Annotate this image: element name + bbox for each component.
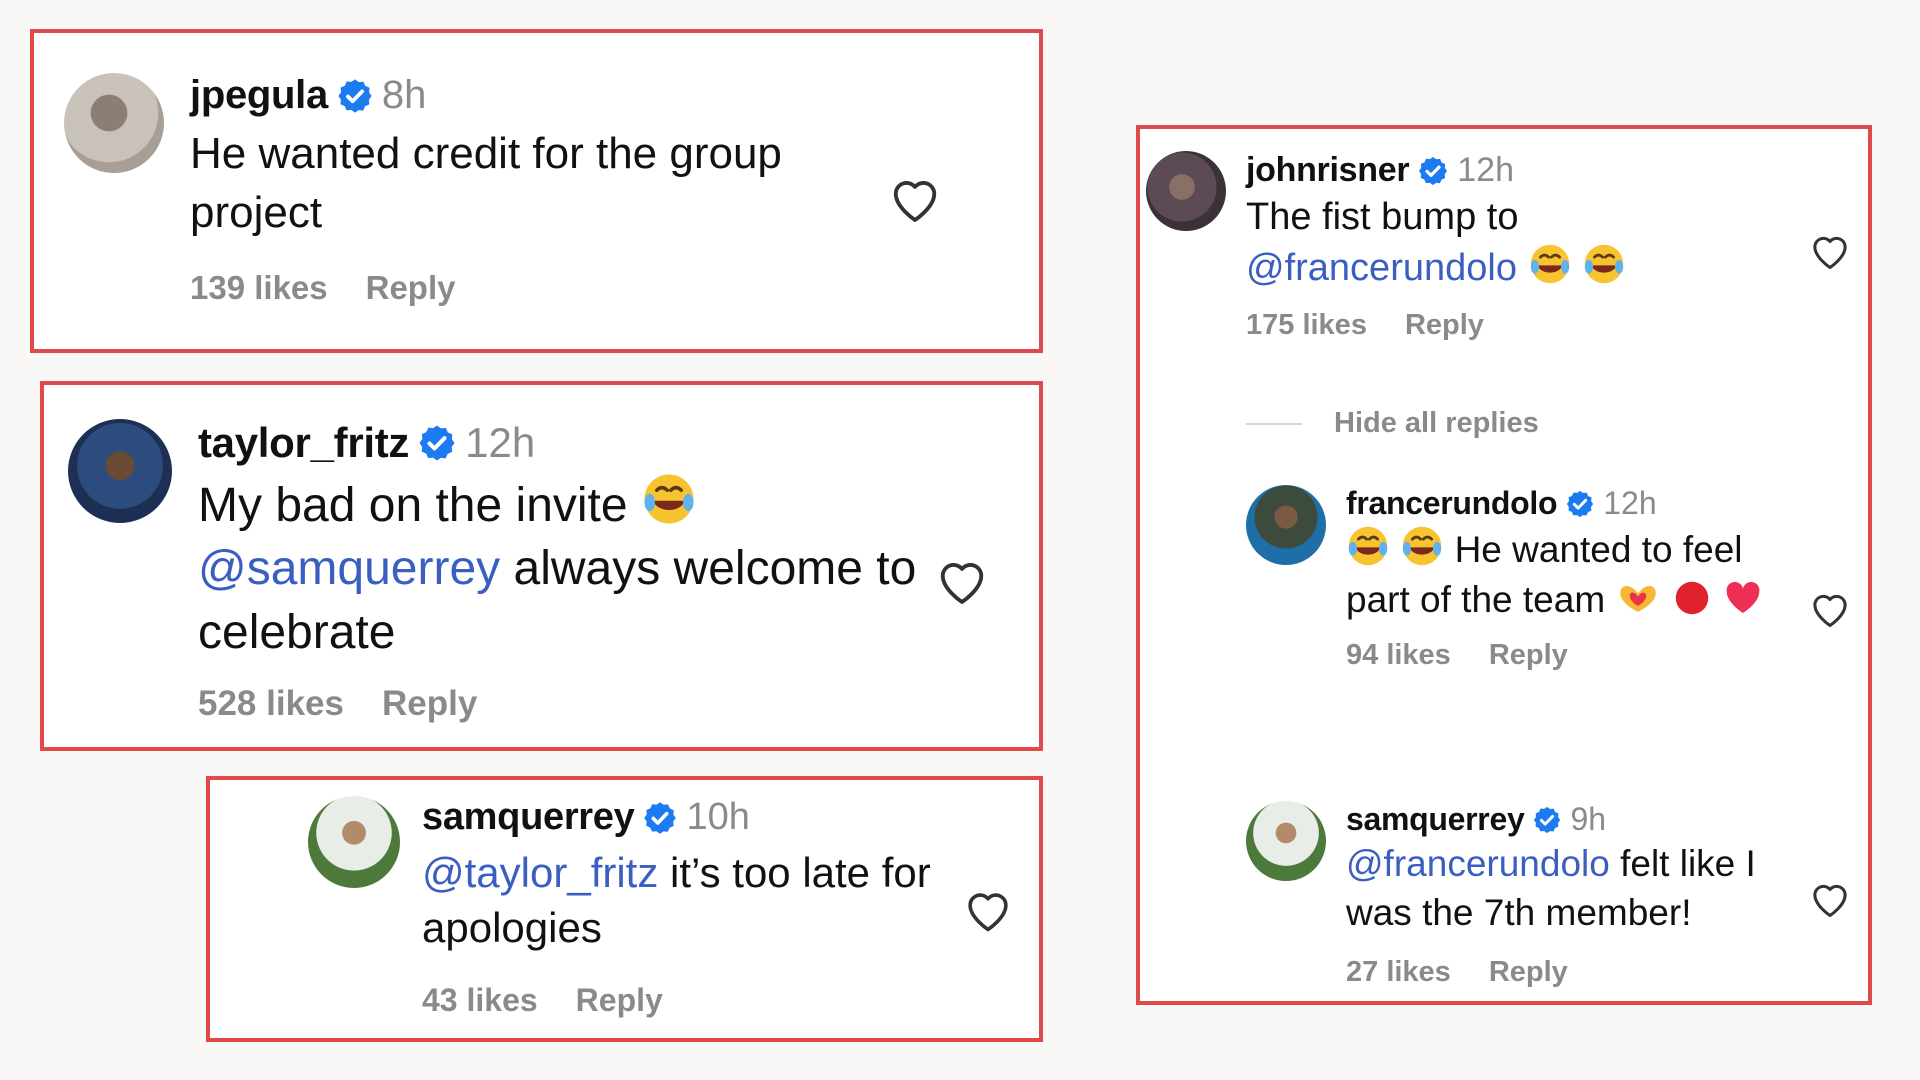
avatar[interactable] [1246,801,1326,881]
comment-text: @taylor_fritz it’s too late for apologie… [422,845,942,956]
comment-text: @francerundolo felt like I was the 7th m… [1346,840,1786,938]
timestamp: 10h [686,796,750,838]
likes-count[interactable]: 94 likes [1346,639,1451,672]
hide-replies-label: Hide all replies [1334,407,1539,439]
reply-button[interactable]: Reply [366,269,456,307]
heart-icon[interactable] [887,171,943,227]
verified-badge-icon [417,423,457,463]
avatar[interactable] [308,796,400,888]
avatar[interactable] [1146,151,1226,231]
text-segment: My bad on the invite [198,479,628,532]
reply-button[interactable]: Reply [1405,309,1484,342]
face-with-tears-of-joy-emoji [1583,243,1625,285]
comment: johnrisner 12h The fist bump to @francer… [1146,151,1826,342]
mention-link[interactable]: @samquerrey [198,542,500,595]
red-heart-emoji [1726,581,1760,613]
comment: samquerrey 10h @taylor_fritz it’s too la… [308,796,988,1019]
mention-link[interactable]: @francerundolo [1246,247,1517,289]
reply-button[interactable]: Reply [382,684,477,724]
heart-icon[interactable] [934,553,990,609]
comment: taylor_fritz 12h My bad on the invite @s… [68,419,968,724]
reply-button[interactable]: Reply [1489,956,1568,989]
comment-card-jpegula: jpegula 8h He wanted credit for the grou… [30,29,1043,353]
heart-hands-emoji [1620,585,1657,612]
likes-count[interactable]: 175 likes [1246,309,1367,342]
comment-text: My bad on the invite @samquerrey always … [198,471,918,664]
heart-icon[interactable] [1808,587,1852,631]
timestamp: 9h [1570,801,1607,837]
verified-badge-icon [642,799,679,836]
heart-icon[interactable] [962,884,1014,936]
comment: francerundolo 12h He wanted to feel part… [1246,485,1826,672]
likes-count[interactable]: 27 likes [1346,956,1451,989]
face-with-tears-of-joy-emoji [1347,525,1389,567]
timestamp: 12h [465,419,536,466]
comment-text: The fist bump to @francerundolo [1246,192,1726,293]
comment-card-taylor-fritz: taylor_fritz 12h My bad on the invite @s… [40,381,1043,751]
face-with-tears-of-joy-emoji [1401,525,1443,567]
red-circle-emoji [1675,581,1708,615]
likes-count[interactable]: 139 likes [190,269,328,307]
heart-icon[interactable] [1808,877,1852,921]
text-segment: The fist bump to [1246,196,1519,238]
verified-badge-icon [1532,804,1563,835]
verified-badge-icon [1565,488,1595,519]
likes-count[interactable]: 43 likes [422,982,538,1019]
avatar[interactable] [1246,485,1326,565]
username[interactable]: johnrisner [1246,151,1410,190]
username[interactable]: jpegula [190,73,328,118]
reply-button[interactable]: Reply [1489,639,1568,672]
hide-replies-toggle[interactable]: Hide all replies [1246,407,1539,440]
username[interactable]: francerundolo [1346,485,1558,522]
timestamp: 12h [1457,151,1514,189]
username[interactable]: taylor_fritz [198,419,409,467]
likes-count[interactable]: 528 likes [198,684,344,724]
comment-text: He wanted to feel part of the team [1346,524,1786,625]
face-with-tears-of-joy-emoji [642,472,696,526]
divider [1246,422,1302,425]
comment-text: He wanted credit for the group project [190,129,782,238]
mention-link[interactable]: @francerundolo [1346,843,1610,884]
face-with-tears-of-joy-emoji [1528,243,1571,285]
timestamp: 8h [381,73,427,117]
comment: samquerrey 9h @francerundolo felt like I… [1246,801,1826,989]
avatar[interactable] [68,419,172,523]
verified-badge-icon [1417,154,1449,187]
comment-card-samquerrey: samquerrey 10h @taylor_fritz it’s too la… [206,776,1043,1042]
username[interactable]: samquerrey [1346,801,1525,838]
reply-button[interactable]: Reply [576,982,663,1019]
mention-link[interactable]: @taylor_fritz [422,849,658,896]
timestamp: 12h [1603,485,1657,521]
avatar[interactable] [64,73,164,173]
heart-icon[interactable] [1808,229,1852,273]
username[interactable]: samquerrey [422,796,635,839]
comment-card-johnrisner-thread: johnrisner 12h The fist bump to @francer… [1136,125,1872,1005]
comment: jpegula 8h He wanted credit for the grou… [64,73,1004,307]
verified-badge-icon [336,76,374,115]
